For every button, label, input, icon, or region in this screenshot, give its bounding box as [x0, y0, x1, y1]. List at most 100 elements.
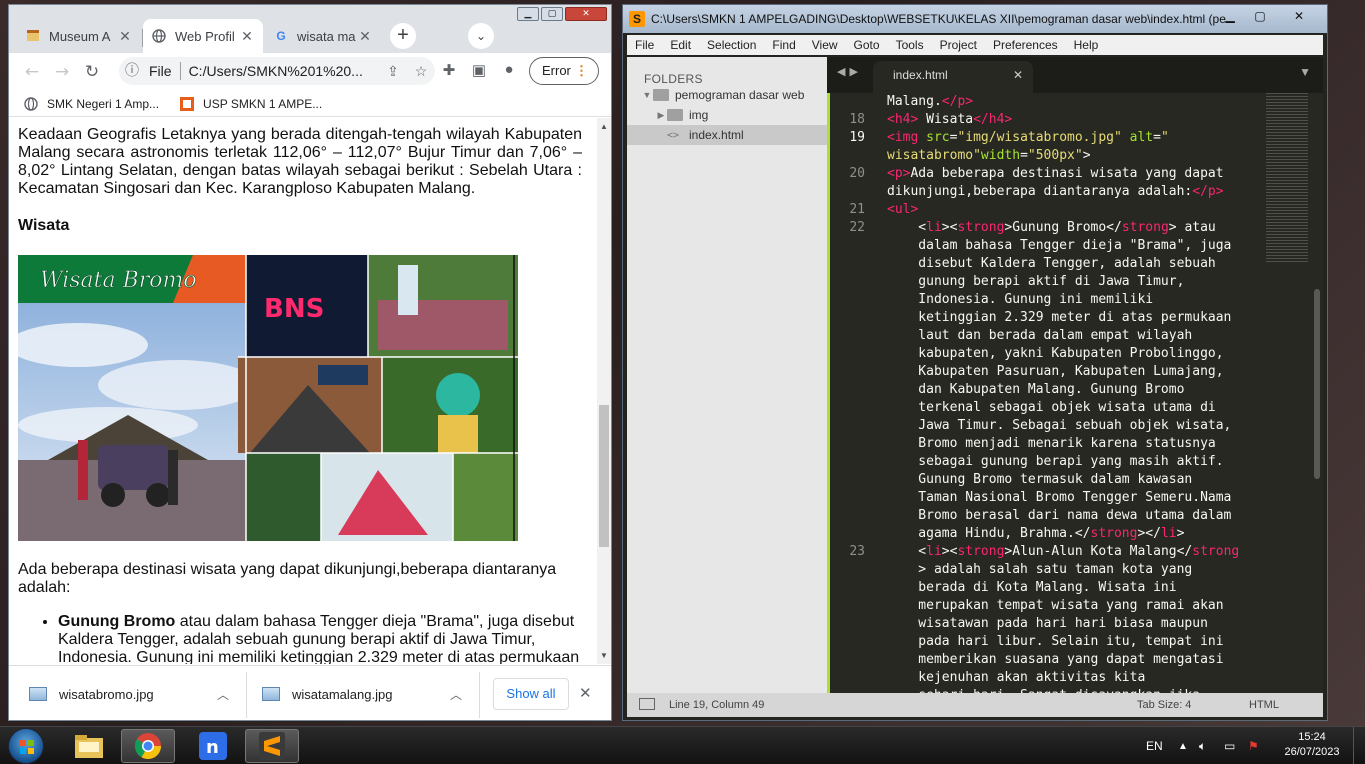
geography-paragraph: Keadaan Geografis Letaknya yang berada d…	[18, 126, 582, 197]
menu-help[interactable]: Help	[1066, 38, 1107, 52]
info-icon[interactable]: ⓘ	[121, 60, 143, 82]
tab-nav-arrows-icon[interactable]: ◀▶	[837, 65, 862, 78]
sidebar-folder-img[interactable]: ▶ img	[627, 105, 827, 125]
show-desktop-button[interactable]	[1353, 727, 1365, 764]
download-bar: wisatabromo.jpg ︿ wisatamalang.jpg ︿ Sho…	[9, 665, 611, 720]
close-tab-icon[interactable]: ✕	[1013, 61, 1023, 89]
bookmark-usp[interactable]: USP SMKN 1 AMPE...	[179, 96, 322, 112]
clock[interactable]: 15:24 26/07/2023	[1280, 730, 1344, 760]
list-item-title: Gunung Bromo	[58, 613, 176, 630]
side-panel-icon[interactable]: ▣	[467, 61, 491, 79]
taskbar-chrome[interactable]	[121, 729, 175, 763]
extensions-icon[interactable]: ✚	[437, 61, 461, 79]
wisata-bromo-image: Wisata Bromo BNS	[18, 255, 518, 541]
profile-avatar-icon[interactable]: ●	[497, 61, 521, 78]
menu-file[interactable]: File	[627, 38, 662, 52]
divider	[479, 672, 480, 718]
tab-museum[interactable]: Museum A ✕	[17, 19, 141, 53]
editor-scrollbar[interactable]	[1310, 93, 1323, 693]
line-number: 19	[849, 130, 865, 145]
minimize-button[interactable]: ▁	[1217, 7, 1243, 25]
chevron-up-icon[interactable]: ︿	[450, 686, 462, 703]
tab-strip: ▁ ▢ ✕ Museum A ✕ Web Profil ✕ G wisata m…	[9, 5, 611, 53]
code-editor[interactable]: Malang.</p> <h4> Wisata</h4> <img src="i…	[887, 93, 1262, 693]
expand-arrow-icon[interactable]: ▼	[641, 90, 653, 100]
tab-search-button[interactable]: ⌄	[468, 23, 494, 49]
url-text[interactable]: C:/Users/SMKN%201%20...	[189, 63, 379, 79]
scroll-down-icon[interactable]: ▼	[600, 651, 608, 660]
language-indicator[interactable]: EN	[1146, 727, 1163, 764]
close-tab-icon[interactable]: ✕	[239, 28, 255, 45]
menu-tools[interactable]: Tools	[888, 38, 932, 52]
minimap-viewport[interactable]	[1266, 93, 1308, 263]
address-bar[interactable]: ⓘ File C:/Users/SMKN%201%20... ⇪ ☆	[119, 57, 435, 85]
chrome-icon	[134, 733, 162, 760]
maximize-button[interactable]: ▢	[1247, 7, 1273, 25]
tab-google-search[interactable]: G wisata ma ✕	[265, 19, 381, 53]
reload-button[interactable]: ↻	[77, 62, 107, 82]
tab-size[interactable]: Tab Size: 4	[1137, 699, 1191, 711]
start-button[interactable]	[8, 728, 44, 764]
menu-preferences[interactable]: Preferences	[985, 38, 1066, 52]
page-scrollbar[interactable]: ▲ ▼	[597, 118, 611, 664]
tab-index-html[interactable]: index.html ✕	[873, 61, 1033, 93]
menu-view[interactable]: View	[804, 38, 846, 52]
chevron-up-icon[interactable]: ︿	[217, 686, 229, 703]
network-icon[interactable]: ▭	[1224, 727, 1235, 764]
syntax-mode[interactable]: HTML	[1249, 699, 1279, 711]
share-icon[interactable]: ⇪	[379, 63, 407, 80]
taskbar-sublime[interactable]	[245, 729, 299, 763]
sidebar-file-index[interactable]: <> index.html	[627, 125, 827, 145]
close-tab-icon[interactable]: ✕	[117, 28, 133, 45]
scrollbar-thumb[interactable]	[599, 405, 609, 547]
taskbar-nordpass[interactable]: n	[186, 729, 240, 763]
scroll-up-icon[interactable]: ▲	[600, 122, 608, 131]
title-bar: S C:\Users\SMKN 1 AMPELGADING\Desktop\WE…	[623, 5, 1327, 33]
minimize-button[interactable]: ▁	[517, 7, 539, 21]
sidebar: FOLDERS ▼ pemograman dasar web ▶ img <> …	[627, 57, 827, 693]
window-controls: ▁ ▢ ✕	[1217, 7, 1321, 25]
action-center-icon[interactable]: ⚑	[1248, 727, 1259, 764]
volume-icon[interactable]: 🔈︎	[1199, 727, 1206, 764]
svg-text:n: n	[206, 737, 219, 758]
scrollbar-thumb[interactable]	[1314, 289, 1320, 479]
new-tab-button[interactable]: +	[390, 23, 416, 49]
sidebar-folder-root[interactable]: ▼ pemograman dasar web	[627, 85, 827, 105]
collapse-arrow-icon[interactable]: ▶	[655, 110, 667, 121]
line-number: 21	[849, 202, 865, 217]
menu-project[interactable]: Project	[932, 38, 985, 52]
close-tab-icon[interactable]: ✕	[357, 28, 373, 45]
bookmark-label: USP SMKN 1 AMPE...	[203, 96, 323, 111]
line-number: 22	[849, 220, 865, 235]
maximize-button[interactable]: ▢	[541, 7, 563, 21]
bookmark-smk-negeri[interactable]: SMK Negeri 1 Amp...	[23, 96, 159, 112]
show-all-button[interactable]: Show all	[493, 678, 569, 710]
status-bar: Line 19, Column 49 Tab Size: 4 HTML	[627, 693, 1323, 717]
minimap[interactable]	[1262, 93, 1310, 693]
taskbar-explorer[interactable]	[62, 729, 116, 763]
tab-label: wisata ma	[297, 28, 356, 44]
close-window-button[interactable]: ✕	[565, 7, 607, 21]
tab-dropdown-icon[interactable]: ▼	[1299, 65, 1311, 79]
close-icon[interactable]: ✕	[579, 684, 592, 702]
taskbar: n EN ▲ 🔈︎ ▭ ⚑ 15:24 26/07/2023	[0, 726, 1365, 764]
menu-selection[interactable]: Selection	[699, 38, 764, 52]
google-icon: G	[276, 29, 286, 43]
menu-edit[interactable]: Edit	[662, 38, 699, 52]
menu-goto[interactable]: Goto	[846, 38, 888, 52]
forward-button[interactable]: →	[47, 62, 77, 82]
panel-toggle-icon[interactable]	[639, 698, 655, 710]
download-item[interactable]: wisatamalang.jpg ︿	[242, 666, 478, 720]
download-item[interactable]: wisatabromo.jpg ︿	[9, 666, 245, 720]
show-hidden-icons[interactable]: ▲	[1178, 727, 1188, 764]
menu-find[interactable]: Find	[764, 38, 803, 52]
close-window-button[interactable]: ✕	[1277, 7, 1321, 25]
error-button[interactable]: Error ⋮	[529, 57, 599, 85]
download-filename: wisatamalang.jpg	[292, 686, 393, 702]
back-button[interactable]: ←	[17, 62, 47, 82]
divider	[179, 62, 181, 80]
globe-icon	[151, 28, 167, 44]
n-app-icon: n	[199, 732, 227, 760]
tab-web-profil[interactable]: Web Profil ✕	[143, 19, 263, 53]
bookmark-star-icon[interactable]: ☆	[407, 63, 435, 80]
